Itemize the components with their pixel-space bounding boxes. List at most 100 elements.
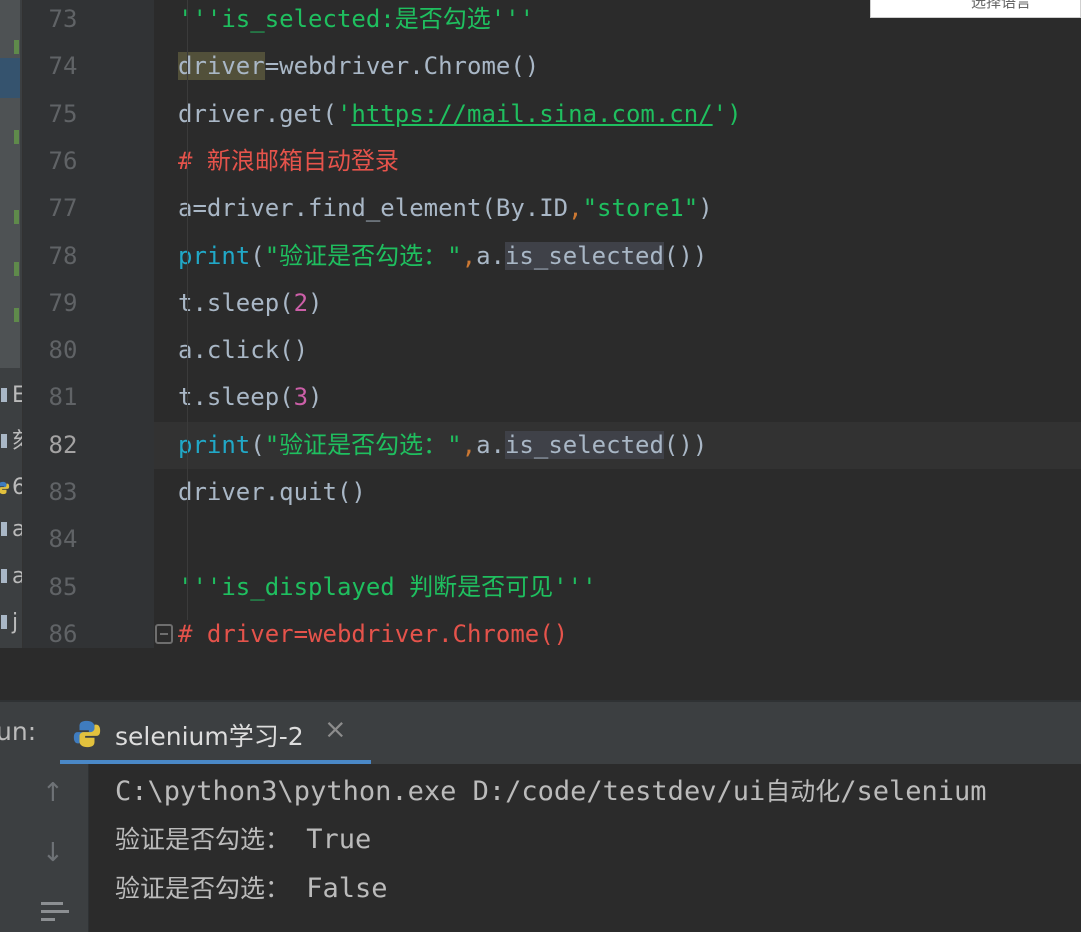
code-text: print("验证是否勾选：",a.is_selected()) [178, 422, 707, 469]
console-output-line: 验证是否勾选： True [115, 816, 371, 864]
code-line[interactable]: 81 t.sleep(3) [23, 374, 1081, 421]
code-token: "store1" [582, 194, 699, 223]
code-token: , [461, 241, 477, 270]
code-token: t.sleep( [178, 288, 294, 317]
file-icon [1, 615, 7, 629]
language-select-popup[interactable]: 选择语言 [870, 0, 1081, 18]
code-line[interactable]: 86 # driver=webdriver.Chrome() [23, 611, 1081, 648]
code-text: driver.quit() [178, 469, 366, 516]
code-text: a=driver.find_element(By.ID,"store1") [178, 185, 713, 232]
line-number: 75 [48, 99, 78, 128]
code-token: '''is_displayed 判断是否可见''' [178, 572, 597, 601]
line-number: 77 [48, 194, 78, 223]
file-icon [1, 388, 7, 402]
project-tree-item[interactable]: a [0, 510, 22, 550]
code-text: print("验证是否勾选：",a.is_selected()) [178, 233, 707, 280]
code-token: t.sleep( [178, 383, 294, 412]
code-token: , [461, 430, 477, 459]
project-scrollbar[interactable] [0, 0, 20, 368]
code-token: ( [250, 241, 265, 270]
code-line[interactable]: 78 print("验证是否勾选：",a.is_selected()) [23, 233, 1081, 280]
project-tree-item[interactable]: j [0, 603, 22, 643]
code-token: ') [712, 99, 742, 128]
code-text: # 新浪邮箱自动登录 [178, 138, 399, 185]
close-icon[interactable]: × [324, 714, 347, 745]
scroll-thumb[interactable] [0, 58, 20, 98]
project-tree-item-label: a [12, 517, 22, 542]
line-number: 79 [48, 288, 78, 317]
output-spacer [290, 824, 306, 855]
code-token: print [178, 241, 251, 270]
file-icon [1, 569, 7, 583]
code-line[interactable]: 77 a=driver.find_element(By.ID,"store1") [23, 185, 1081, 232]
code-token: ) [308, 383, 323, 412]
soft-wrap-icon[interactable] [41, 898, 69, 922]
code-token: =webdriver.Chrome() [264, 52, 540, 81]
editor-bottom-area [0, 648, 1081, 700]
run-console[interactable]: C:\python3\python.exe D:/code/testdev/ui… [89, 764, 1081, 932]
console-output-value: True [306, 824, 372, 855]
line-number: 73 [48, 5, 78, 33]
code-token: driver.quit() [178, 478, 366, 506]
file-icon [1, 522, 7, 536]
code-token: is_selected [504, 241, 664, 270]
change-marker [14, 262, 19, 276]
code-line[interactable]: 76 # 新浪邮箱自动登录 [23, 138, 1081, 185]
code-token: '''is_selected:是否勾选''' [178, 5, 535, 33]
code-line[interactable]: 74 driver=webdriver.Chrome() [23, 43, 1081, 90]
line-number: 82 [48, 430, 78, 459]
line-number: 78 [48, 241, 78, 270]
code-token: driver [178, 52, 265, 81]
python-file-icon [0, 481, 10, 495]
file-icon [1, 434, 7, 448]
code-token: ()) [663, 241, 708, 270]
line-number: 86 [48, 619, 78, 648]
project-tree-item-label: E [12, 383, 22, 408]
line-number: 85 [48, 572, 78, 601]
code-line[interactable]: 75 driver.get('https://mail.sina.com.cn/'… [23, 91, 1081, 138]
code-text: '''is_displayed 判断是否可见''' [178, 564, 597, 611]
code-token: # driver=webdriver.Chrome() [178, 619, 569, 648]
code-token: https://mail.sina.com.cn/ [351, 99, 713, 128]
line-number: 83 [48, 478, 78, 506]
project-tree-item[interactable]: 6 [0, 468, 22, 508]
code-token: 2 [293, 288, 309, 317]
line-number: 80 [48, 336, 78, 365]
output-spacer [290, 873, 306, 904]
fold-icon[interactable] [155, 624, 173, 644]
code-line[interactable]: 85 '''is_displayed 判断是否可见''' [23, 564, 1081, 611]
console-command-path: C:\python3\python.exe D:/code/testdev/ui [115, 776, 766, 807]
console-command-path-cjk: 自动化 [765, 777, 841, 806]
project-tree-item[interactable]: a [0, 557, 22, 597]
up-arrow-icon[interactable]: ↑ [42, 778, 64, 808]
code-token: ) [308, 288, 323, 317]
change-marker [14, 210, 19, 224]
project-tree-item[interactable]: 刻 [0, 422, 22, 462]
project-tree-item-label: a [12, 564, 22, 589]
code-line[interactable]: 79 t.sleep(2) [23, 280, 1081, 327]
code-token: 3 [293, 383, 309, 412]
project-tree-item-label: 6 [12, 475, 22, 500]
console-output-value: False [306, 873, 388, 904]
line-number: 84 [48, 525, 78, 554]
code-token: print [178, 430, 251, 459]
line-number: 76 [48, 146, 78, 175]
console-output-label: 验证是否勾选： [115, 825, 291, 854]
run-label: un: [0, 717, 37, 746]
code-editor[interactable]: 86 # driver=webdriver.Chrome() 85 '''is_dis… [23, 0, 1081, 648]
code-line[interactable]: 83 driver.quit() [23, 469, 1081, 516]
down-arrow-icon[interactable]: ↓ [42, 838, 64, 868]
code-token: ) [698, 194, 713, 223]
run-tab-selenium[interactable]: selenium学习-2 × [60, 702, 371, 764]
project-tree-item[interactable]: E [0, 376, 22, 416]
code-line[interactable]: 80 a.click() [23, 327, 1081, 374]
code-token: "验证是否勾选：" [264, 430, 462, 459]
code-token: # 新浪邮箱自动登录 [178, 146, 399, 175]
code-token: "验证是否勾选：" [264, 241, 462, 270]
code-line[interactable]: 84 [23, 516, 1081, 563]
run-tool-window-header: un: selenium学习-2 × [0, 700, 1081, 764]
code-token: ( [250, 430, 265, 459]
language-select-label: 选择语言 [971, 0, 1032, 11]
code-line[interactable]: 82 print("验证是否勾选：",a.is_selected()) [23, 421, 1081, 469]
run-tab-title: selenium学习-2 [115, 722, 304, 751]
